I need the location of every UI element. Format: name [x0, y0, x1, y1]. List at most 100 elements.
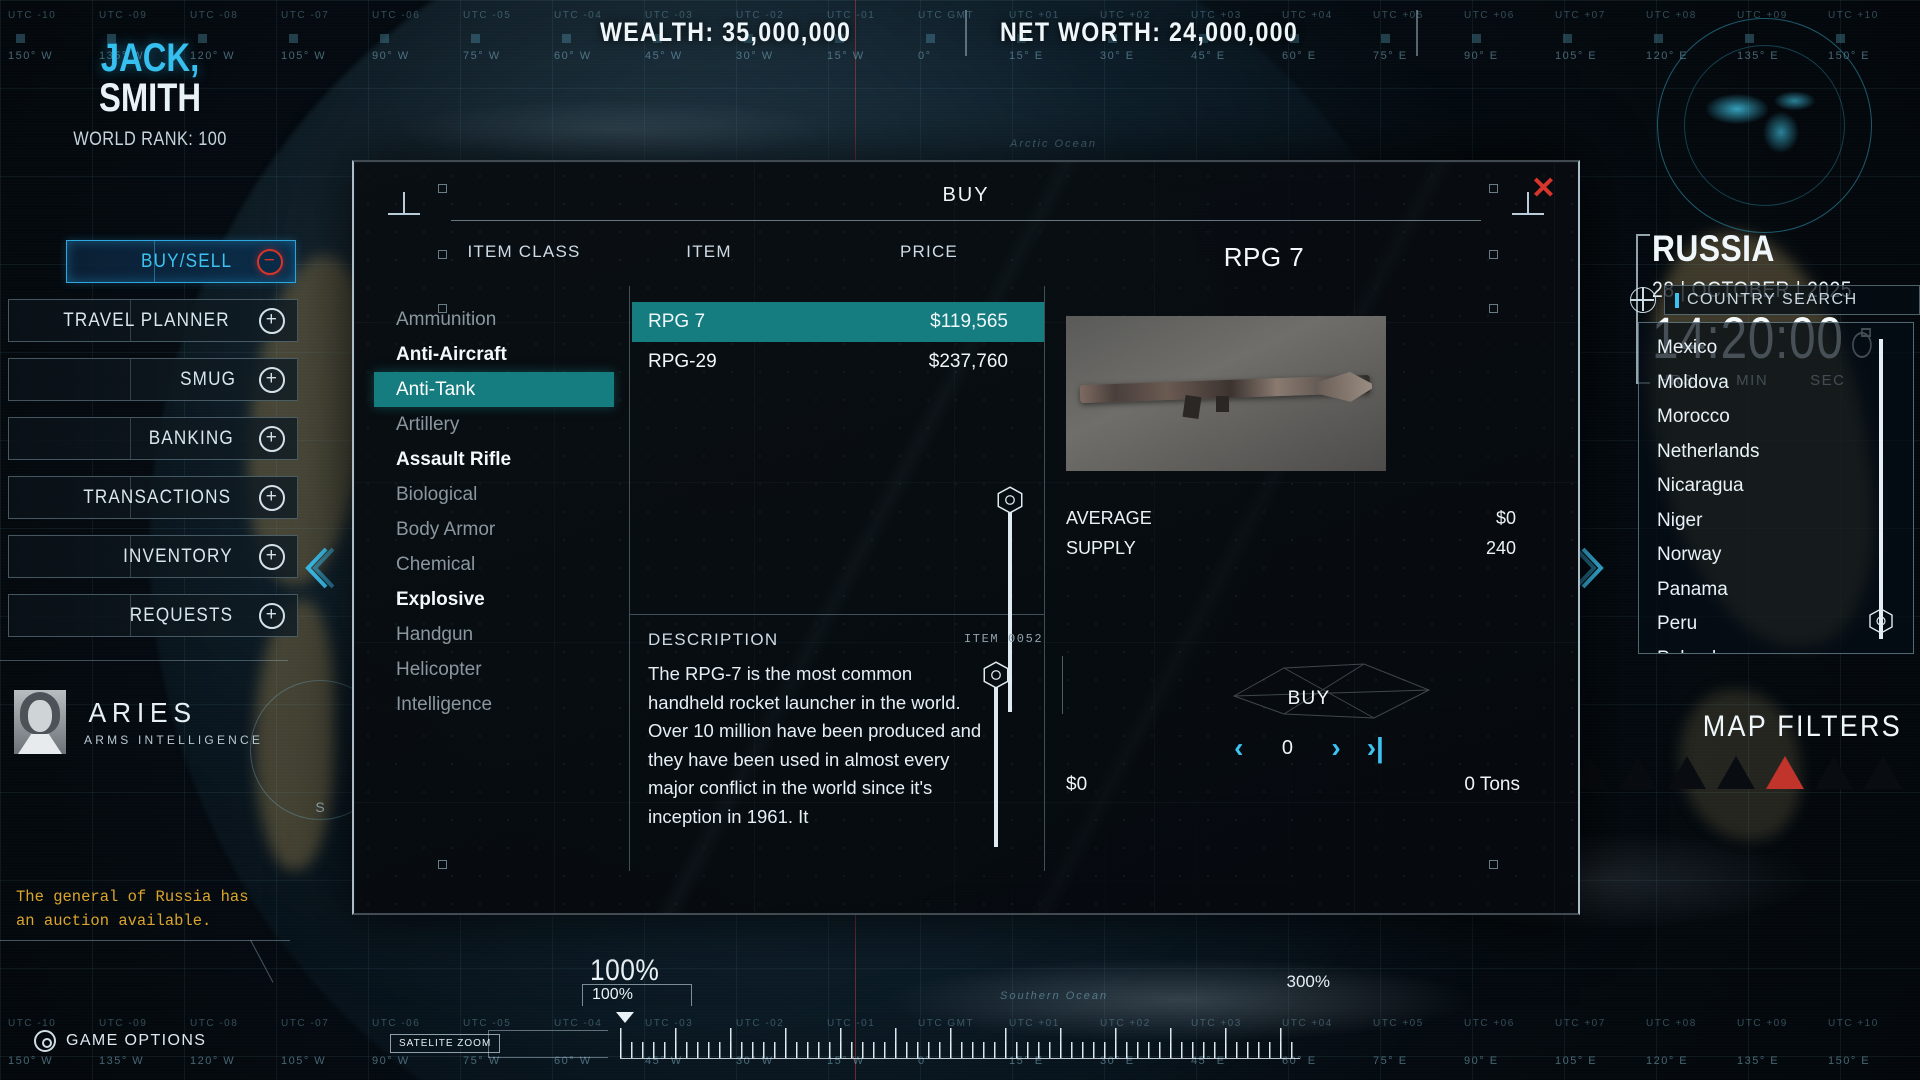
utc-tick-label: UTC +07: [1555, 1018, 1606, 1029]
map-filter-triangle[interactable]: [1815, 756, 1853, 789]
item-class-artillery[interactable]: Artillery: [374, 407, 614, 442]
label-southern-ocean: Southern Ocean: [1000, 990, 1109, 1002]
bottom-left-frame: [0, 939, 290, 1080]
country-search-input[interactable]: COUNTRY SEARCH: [1664, 285, 1920, 315]
plus-icon[interactable]: +: [259, 425, 285, 452]
plus-icon[interactable]: +: [259, 484, 285, 511]
utc-tick-label: UTC +06: [1464, 10, 1515, 21]
map-filter-triangle[interactable]: [1717, 756, 1755, 789]
item-class-list[interactable]: Ammunition Anti-Aircraft Anti-Tank Artiller…: [374, 302, 614, 722]
modal-title: BUY: [942, 184, 990, 206]
next-page-arrow[interactable]: [1575, 545, 1609, 591]
map-filter-triangle[interactable]: [1864, 756, 1902, 789]
plus-icon[interactable]: +: [259, 307, 285, 334]
country-list-item[interactable]: Nicaragua: [1657, 469, 1913, 504]
item-id-label: ITEM 0052: [964, 632, 1044, 646]
stat-supply-value: 240: [1485, 538, 1516, 558]
chevron-right-icon[interactable]: ›: [1331, 734, 1340, 762]
sidebar-item-requests[interactable]: REQUESTS +: [8, 594, 298, 637]
table-row[interactable]: RPG 7 $119,565: [632, 302, 1044, 342]
gear-icon: [34, 1030, 56, 1052]
item-price-table[interactable]: RPG 7 $119,565 RPG-29 $237,760: [632, 302, 1044, 382]
modal-title-rule: [451, 220, 1481, 221]
quantity-value: 0: [1281, 736, 1293, 759]
item-class-explosive[interactable]: Explosive: [374, 582, 614, 617]
country-list[interactable]: Mexico Moldova Morocco Netherlands Nicaragua…: [1638, 322, 1914, 654]
sidebar-item-banking[interactable]: BANKING +: [8, 417, 298, 460]
country-list-item[interactable]: Norway: [1657, 538, 1913, 573]
item-class-ammunition[interactable]: Ammunition: [374, 302, 614, 337]
stat-average-value: $0: [1495, 508, 1516, 528]
sidebar-item-buy-sell[interactable]: BUY/SELL −: [66, 240, 296, 283]
item-class-anti-tank[interactable]: Anti-Tank: [374, 372, 614, 407]
zoom-ruler-baseline: [620, 1058, 1300, 1059]
country-list-item[interactable]: Moldova: [1657, 366, 1913, 401]
longitude-label: 90° E: [1464, 50, 1499, 62]
table-row[interactable]: RPG-29 $237,760: [632, 342, 1044, 382]
avatar-face: [28, 700, 52, 732]
map-filter-triangle[interactable]: [1766, 756, 1804, 789]
stat-supply: SUPPLY 240: [1066, 538, 1516, 559]
coordinate-tick-marker: [1836, 34, 1845, 43]
country-list-item[interactable]: Panama: [1657, 573, 1913, 608]
item-class-chemical[interactable]: Chemical: [374, 547, 614, 582]
zoom-ruler[interactable]: [620, 1028, 1300, 1058]
country-list-scrollbar[interactable]: [1879, 339, 1883, 639]
plus-icon[interactable]: +: [259, 366, 285, 393]
item-class-biological[interactable]: Biological: [374, 477, 614, 512]
coordinate-tick-marker: [471, 34, 480, 43]
hud-divider-left: [965, 10, 967, 56]
stat-average-label: AVERAGE: [1066, 508, 1152, 528]
zoom-ruler-major-ticks: [620, 1028, 1300, 1058]
country-list-item[interactable]: Netherlands: [1657, 435, 1913, 470]
deco-square-1: [438, 184, 447, 193]
longitude-label: 60° E: [1282, 50, 1317, 62]
country-list-item[interactable]: Morocco: [1657, 400, 1913, 435]
sidebar-item-transactions[interactable]: TRANSACTIONS +: [8, 476, 298, 519]
coordinate-tick-marker: [380, 34, 389, 43]
sidebar-item-inventory[interactable]: INVENTORY +: [8, 535, 298, 578]
item-class-intelligence[interactable]: Intelligence: [374, 687, 614, 722]
chevron-left-icon[interactable]: ‹: [1234, 734, 1243, 762]
minus-icon[interactable]: −: [257, 248, 283, 275]
column-header-item: ITEM: [686, 242, 732, 261]
utc-tick-label: UTC -04: [554, 1018, 603, 1029]
deco-square-4: [438, 860, 447, 869]
game-options-button[interactable]: GAME OPTIONS: [34, 1030, 206, 1052]
item-class-assault-rifle[interactable]: Assault Rifle: [374, 442, 614, 477]
utc-tick-label: UTC -04: [554, 10, 603, 21]
quantity-stepper[interactable]: ‹ 0 › ›|: [1054, 734, 1564, 762]
plus-icon[interactable]: +: [259, 602, 285, 629]
country-list-item[interactable]: Poland: [1657, 642, 1913, 654]
description-scroll-knob[interactable]: [980, 659, 1012, 691]
skip-forward-icon[interactable]: ›|: [1367, 734, 1384, 762]
utc-tick-label: UTC -09: [99, 10, 148, 21]
world-radar-icon: [1657, 18, 1872, 233]
longitude-label: 15° W: [827, 50, 865, 62]
plus-icon[interactable]: +: [259, 543, 285, 570]
total-weight: 0 Tons: [1464, 774, 1520, 795]
sidebar-item-smug[interactable]: SMUG +: [8, 358, 298, 401]
prev-page-arrow[interactable]: [300, 545, 334, 591]
longitude-label: 105° E: [1555, 1055, 1598, 1067]
buy-section-label: BUY: [1287, 688, 1331, 709]
country-search-bar[interactable]: COUNTRY SEARCH: [1630, 285, 1920, 315]
country-list-scroll-knob[interactable]: [1866, 606, 1896, 636]
item-class-scroll-knob[interactable]: [994, 484, 1026, 516]
sidebar-item-travel-planner[interactable]: TRAVEL PLANNER +: [8, 299, 298, 342]
item-class-handgun[interactable]: Handgun: [374, 617, 614, 652]
item-class-body-armor[interactable]: Body Armor: [374, 512, 614, 547]
description-scrollbar[interactable]: [994, 687, 998, 847]
map-filter-triangle[interactable]: [1668, 756, 1706, 789]
country-list-item[interactable]: Niger: [1657, 504, 1913, 539]
item-image: [1066, 316, 1386, 471]
longitude-label: 90° E: [1464, 1055, 1499, 1067]
map-filter-triangle[interactable]: [1619, 756, 1657, 789]
country-list-item[interactable]: Mexico: [1657, 331, 1913, 366]
sidebar-divider: [0, 660, 288, 661]
longitude-label: 30° W: [736, 50, 774, 62]
zoom-slider-handle[interactable]: [616, 1012, 634, 1023]
sidebar-item-label: SMUG: [179, 368, 236, 390]
item-class-helicopter[interactable]: Helicopter: [374, 652, 614, 687]
item-class-anti-aircraft[interactable]: Anti-Aircraft: [374, 337, 614, 372]
